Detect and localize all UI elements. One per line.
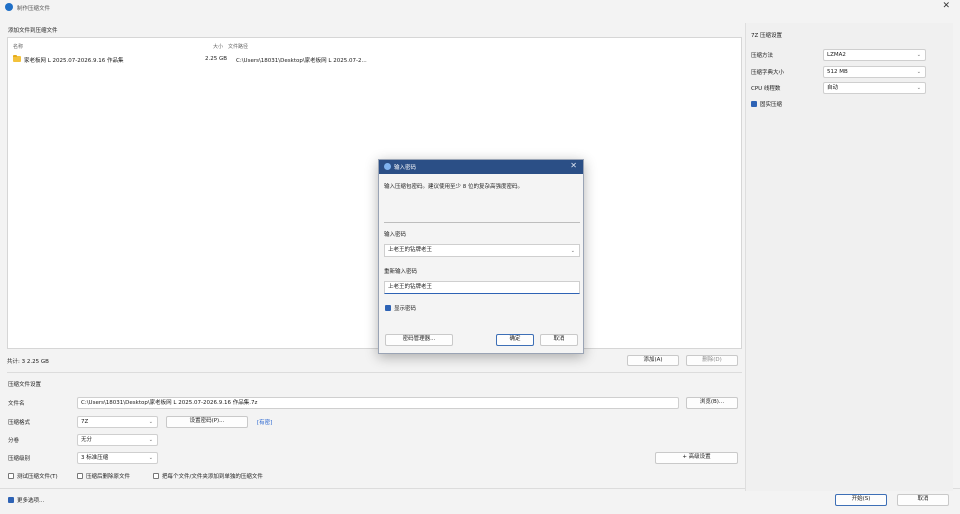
window-title: 制作压缩文件 <box>17 6 51 12</box>
method-label: 压缩方法 <box>751 53 774 59</box>
dialog-ok-button[interactable]: 确定 <box>496 334 534 346</box>
chevron-down-icon: ⌄ <box>916 85 921 91</box>
more-options-label[interactable]: 更多选项... <box>17 496 44 504</box>
more-options-checkbox[interactable] <box>8 497 14 503</box>
test-archive-label: 测试压缩文件(T) <box>17 474 58 480</box>
divider <box>7 372 742 373</box>
file-path: C:\Users\18031\Desktop\家老板网 L 2025.07-2.… <box>236 58 367 64</box>
chevron-down-icon: ⌄ <box>916 52 921 58</box>
cancel-button[interactable]: 取消 <box>897 494 949 506</box>
dialog-divider <box>384 222 580 223</box>
level-value: 3 标准压缩 <box>81 455 109 461</box>
add-file-button[interactable]: 添加(A) <box>627 355 679 366</box>
cpu-threads-value: 自动 <box>827 85 839 91</box>
file-row[interactable]: 家老板网 L 2025.07-2026.9.16 作品集 2.25 GB C:\… <box>8 54 741 65</box>
chevron-down-icon: ⌄ <box>148 455 153 461</box>
format-label: 压缩格式 <box>8 420 31 426</box>
level-label: 压缩级别 <box>8 456 31 462</box>
split-value: 无分 <box>81 437 93 443</box>
split-select[interactable]: 无分 ⌄ <box>77 434 158 446</box>
password-input[interactable]: 上老王的钻牌老王 ⌄ <box>384 244 580 257</box>
level-select[interactable]: 3 标准压缩 ⌄ <box>77 452 158 464</box>
dialog-cancel-button[interactable]: 取消 <box>540 334 578 346</box>
delete-after-label: 压缩后删除原文件 <box>86 474 131 480</box>
password-dialog: 输入密码 ✕ 输入压缩包密码。建议使用至少 8 位的复杂高强度密码。 输入密码 … <box>378 159 584 354</box>
browse-button[interactable]: 浏览(B)... <box>686 397 738 409</box>
app-logo-icon <box>5 3 13 11</box>
column-header-size[interactable]: 大小 <box>213 43 223 50</box>
window-close-icon[interactable]: ✕ <box>942 1 950 11</box>
confirm-password-input[interactable]: 上老王的钻牌老王 <box>384 281 580 294</box>
chevron-down-icon: ⌄ <box>916 69 921 75</box>
solid-compression-label: 固实压缩 <box>760 102 783 108</box>
compression-settings-panel: 7Z 压缩设置 压缩方法 LZMA2 ⌄ 压缩字典大小 512 MB ⌄ CPU… <box>745 23 953 491</box>
title-bar: 制作压缩文件 ✕ <box>0 0 960 14</box>
set-password-button[interactable]: 设置密码(P)... <box>166 416 248 428</box>
format-select[interactable]: 7Z ⌄ <box>77 416 158 428</box>
dictionary-label: 压缩字典大小 <box>751 70 785 76</box>
separate-archives-checkbox[interactable] <box>153 473 159 479</box>
test-archive-checkbox[interactable] <box>8 473 14 479</box>
dictionary-select[interactable]: 512 MB ⌄ <box>823 66 926 78</box>
password-value: 上老王的钻牌老王 <box>388 247 433 253</box>
files-section-title: 添加文件到压缩文件 <box>8 28 58 34</box>
method-value: LZMA2 <box>827 52 846 58</box>
files-summary: 共计: 3 2.25 GB <box>7 359 49 365</box>
dialog-hint: 输入压缩包密码。建议使用至少 8 位的复杂高强度密码。 <box>384 184 523 190</box>
dialog-app-icon <box>384 163 391 170</box>
password-link[interactable]: [有密] <box>257 418 272 426</box>
show-password-label: 显示密码 <box>394 306 417 312</box>
format-value: 7Z <box>81 419 89 425</box>
filename-label: 文件名 <box>8 401 25 407</box>
archive-section-title: 压缩文件设置 <box>8 382 42 388</box>
panel-title: 7Z 压缩设置 <box>751 33 783 39</box>
password-manager-button[interactable]: 密码管理器... <box>385 334 453 346</box>
solid-compression-checkbox[interactable] <box>751 101 757 107</box>
delete-after-checkbox[interactable] <box>77 473 83 479</box>
cpu-threads-label: CPU 线程数 <box>751 86 781 92</box>
filename-input[interactable]: C:\Users\18031\Desktop\家老板网 L 2025.07-20… <box>77 397 679 409</box>
column-header-name[interactable]: 名称 <box>13 43 23 50</box>
dialog-title: 输入密码 <box>394 165 417 171</box>
chevron-down-icon: ⌄ <box>148 419 153 425</box>
confirm-password-value: 上老王的钻牌老王 <box>388 284 433 290</box>
show-password-checkbox[interactable] <box>385 305 391 311</box>
column-header-path[interactable]: 文件路径 <box>228 43 248 50</box>
chevron-down-icon: ⌄ <box>148 437 153 443</box>
method-select[interactable]: LZMA2 ⌄ <box>823 49 926 61</box>
chevron-down-icon[interactable]: ⌄ <box>571 246 575 257</box>
start-button[interactable]: 开始(S) <box>835 494 887 506</box>
file-name: 家老板网 L 2025.07-2026.9.16 作品集 <box>24 58 124 64</box>
password-label: 输入密码 <box>384 232 407 238</box>
separate-archives-label: 把每个文件/文件夹添加到单独的压缩文件 <box>162 474 263 480</box>
file-size: 2.25 GB <box>205 56 228 62</box>
advanced-settings-button[interactable]: + 高级设置 <box>655 452 738 464</box>
file-list[interactable]: 名称 大小 文件路径 家老板网 L 2025.07-2026.9.16 作品集 … <box>7 37 742 349</box>
dialog-close-icon[interactable]: ✕ <box>570 161 577 170</box>
folder-icon <box>13 54 21 62</box>
dialog-title-bar: 输入密码 ✕ <box>379 160 583 174</box>
confirm-password-label: 重新输入密码 <box>384 269 418 275</box>
split-label: 分卷 <box>8 438 20 444</box>
dictionary-value: 512 MB <box>827 69 848 75</box>
remove-file-button[interactable]: 删除(D) <box>686 355 738 366</box>
cpu-threads-select[interactable]: 自动 ⌄ <box>823 82 926 94</box>
